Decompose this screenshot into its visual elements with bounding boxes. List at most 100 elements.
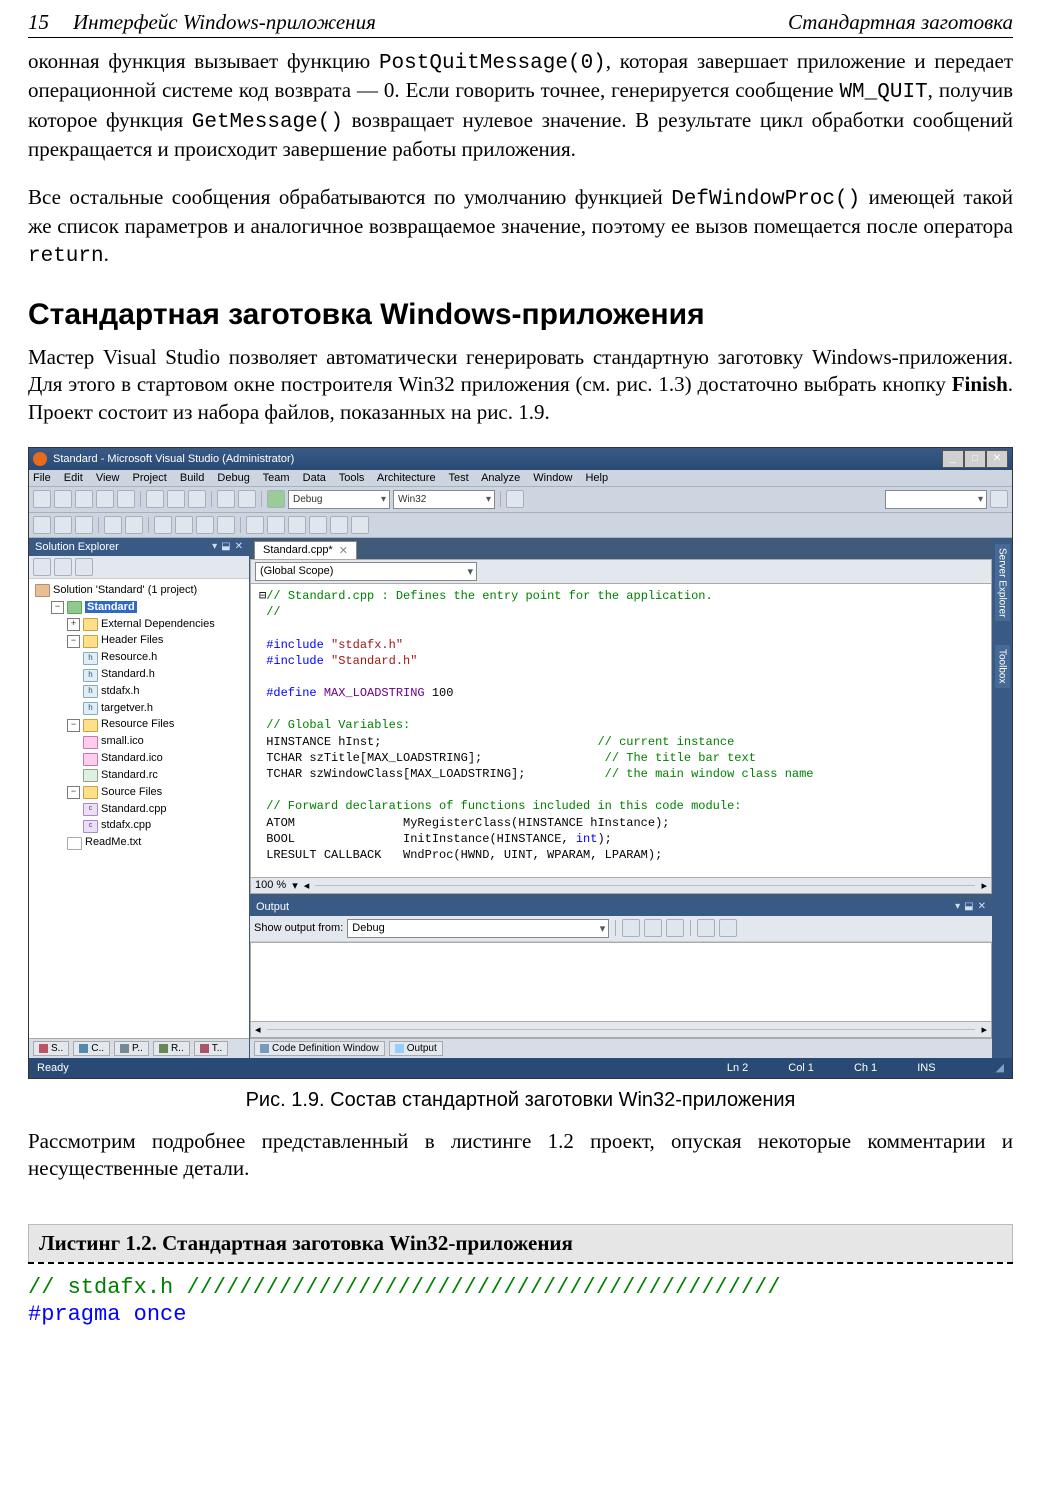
menu-analyze[interactable]: Analyze [481,472,520,484]
menu-view[interactable]: View [96,472,120,484]
tab-solution[interactable]: S.. [33,1041,69,1056]
prev-icon[interactable] [644,919,662,937]
close-button[interactable]: ✕ [986,450,1008,468]
tb-icon[interactable] [196,516,214,534]
output-from-select[interactable]: Debug [347,919,609,938]
tb-icon[interactable] [351,516,369,534]
close-tab-icon[interactable]: ✕ [339,544,348,557]
titlebar[interactable]: Standard - Microsoft Visual Studio (Admi… [29,448,1012,470]
collapse-icon[interactable]: − [51,601,64,614]
start-debug-icon[interactable] [267,490,285,508]
cut-icon[interactable] [146,490,164,508]
panel-pin-icon[interactable]: ⬓ [964,901,973,912]
scroll-left-icon[interactable]: ◂ [304,879,310,892]
tab-property[interactable]: P.. [114,1041,149,1056]
tree-file[interactable]: hStandard.h [83,667,245,684]
zoom-level[interactable]: 100 % [255,879,286,891]
save-icon[interactable] [96,490,114,508]
tb-icon[interactable] [309,516,327,534]
doc-tab-standard-cpp[interactable]: Standard.cpp* ✕ [254,541,357,559]
scroll-right-icon[interactable]: ▸ [981,1023,987,1036]
menu-project[interactable]: Project [133,472,167,484]
scope-select[interactable]: (Global Scope) [255,562,477,581]
new-project-icon[interactable] [33,490,51,508]
tree-header-files[interactable]: −Header Files hResource.h hStandard.h hs… [67,633,245,717]
search-select[interactable] [885,490,987,509]
find-icon[interactable] [622,919,640,937]
tree-file[interactable]: htargetver.h [83,701,245,718]
tree-solution[interactable]: Solution 'Standard' (1 project) −Standar… [35,583,245,852]
copy-icon[interactable] [167,490,185,508]
toolbox-tab[interactable]: Toolbox [995,645,1010,687]
menu-help[interactable]: Help [585,472,608,484]
menu-file[interactable]: File [33,472,51,484]
tree-project[interactable]: −Standard +External Dependencies −Header… [51,600,245,852]
tab-class[interactable]: C.. [73,1041,110,1056]
panel-close-icon[interactable]: ✕ [235,541,243,552]
menu-tools[interactable]: Tools [339,472,365,484]
tb-icon[interactable] [175,516,193,534]
tb-icon[interactable] [267,516,285,534]
tb-icon[interactable] [54,516,72,534]
paste-icon[interactable] [188,490,206,508]
tree-resource-files[interactable]: −Resource Files small.ico Standard.ico S… [67,717,245,784]
panel-dropdown-icon[interactable]: ▾ [212,541,217,552]
tree-file[interactable]: Standard.ico [83,751,245,768]
config-select[interactable]: Debug [288,490,390,509]
expand-icon[interactable]: + [67,618,80,631]
find-icon[interactable] [506,490,524,508]
scroll-right-icon[interactable]: ▸ [981,879,987,892]
output-text[interactable] [250,942,992,1022]
menu-data[interactable]: Data [303,472,326,484]
redo-icon[interactable] [238,490,256,508]
tree-file[interactable]: ReadMe.txt [67,835,245,852]
refresh-icon[interactable] [54,558,72,576]
tb-icon[interactable] [75,516,93,534]
tree-file[interactable]: small.ico [83,734,245,751]
tb-icon[interactable] [246,516,264,534]
tab-output[interactable]: Output [389,1041,443,1056]
tb-icon[interactable] [154,516,172,534]
minimize-button[interactable]: _ [942,450,964,468]
toolbar-overflow-icon[interactable] [990,490,1008,508]
collapse-icon[interactable]: − [67,719,80,732]
tab-resource[interactable]: R.. [153,1041,190,1056]
wrap-icon[interactable] [719,919,737,937]
panel-dropdown-icon[interactable]: ▾ [955,901,960,912]
tree-file[interactable]: hResource.h [83,650,245,667]
platform-select[interactable]: Win32 [393,490,495,509]
tree-file[interactable]: cstdafx.cpp [83,818,245,835]
tb-icon[interactable] [217,516,235,534]
tree-file[interactable]: cStandard.cpp [83,802,245,819]
tb-icon[interactable] [330,516,348,534]
open-icon[interactable] [75,490,93,508]
tree-source-files[interactable]: −Source Files cStandard.cpp cstdafx.cpp [67,785,245,835]
menu-architecture[interactable]: Architecture [377,472,436,484]
tb-icon[interactable] [104,516,122,534]
server-explorer-tab[interactable]: Server Explorer [995,544,1010,621]
collapse-icon[interactable]: − [67,635,80,648]
maximize-button[interactable]: □ [964,450,986,468]
new-file-icon[interactable] [54,490,72,508]
panel-pin-icon[interactable]: ⬓ [221,541,230,552]
zoom-dropdown-icon[interactable]: ▾ [292,879,298,892]
tree-external-deps[interactable]: +External Dependencies [67,617,245,634]
panel-close-icon[interactable]: ✕ [978,901,986,912]
resize-grip-icon[interactable]: ◢ [996,1061,1004,1074]
menu-team[interactable]: Team [263,472,290,484]
undo-icon[interactable] [217,490,235,508]
scroll-left-icon[interactable]: ◂ [255,1023,261,1036]
solution-tree[interactable]: Solution 'Standard' (1 project) −Standar… [29,579,249,1038]
menu-debug[interactable]: Debug [217,472,249,484]
save-all-icon[interactable] [117,490,135,508]
tab-team[interactable]: T.. [194,1041,229,1056]
tb-icon[interactable] [288,516,306,534]
tab-code-definition[interactable]: Code Definition Window [254,1041,385,1056]
menu-test[interactable]: Test [448,472,468,484]
menu-edit[interactable]: Edit [64,472,83,484]
properties-icon[interactable] [75,558,93,576]
home-icon[interactable] [33,558,51,576]
collapse-icon[interactable]: − [67,786,80,799]
tree-file[interactable]: hstdafx.h [83,684,245,701]
tree-file[interactable]: Standard.rc [83,768,245,785]
